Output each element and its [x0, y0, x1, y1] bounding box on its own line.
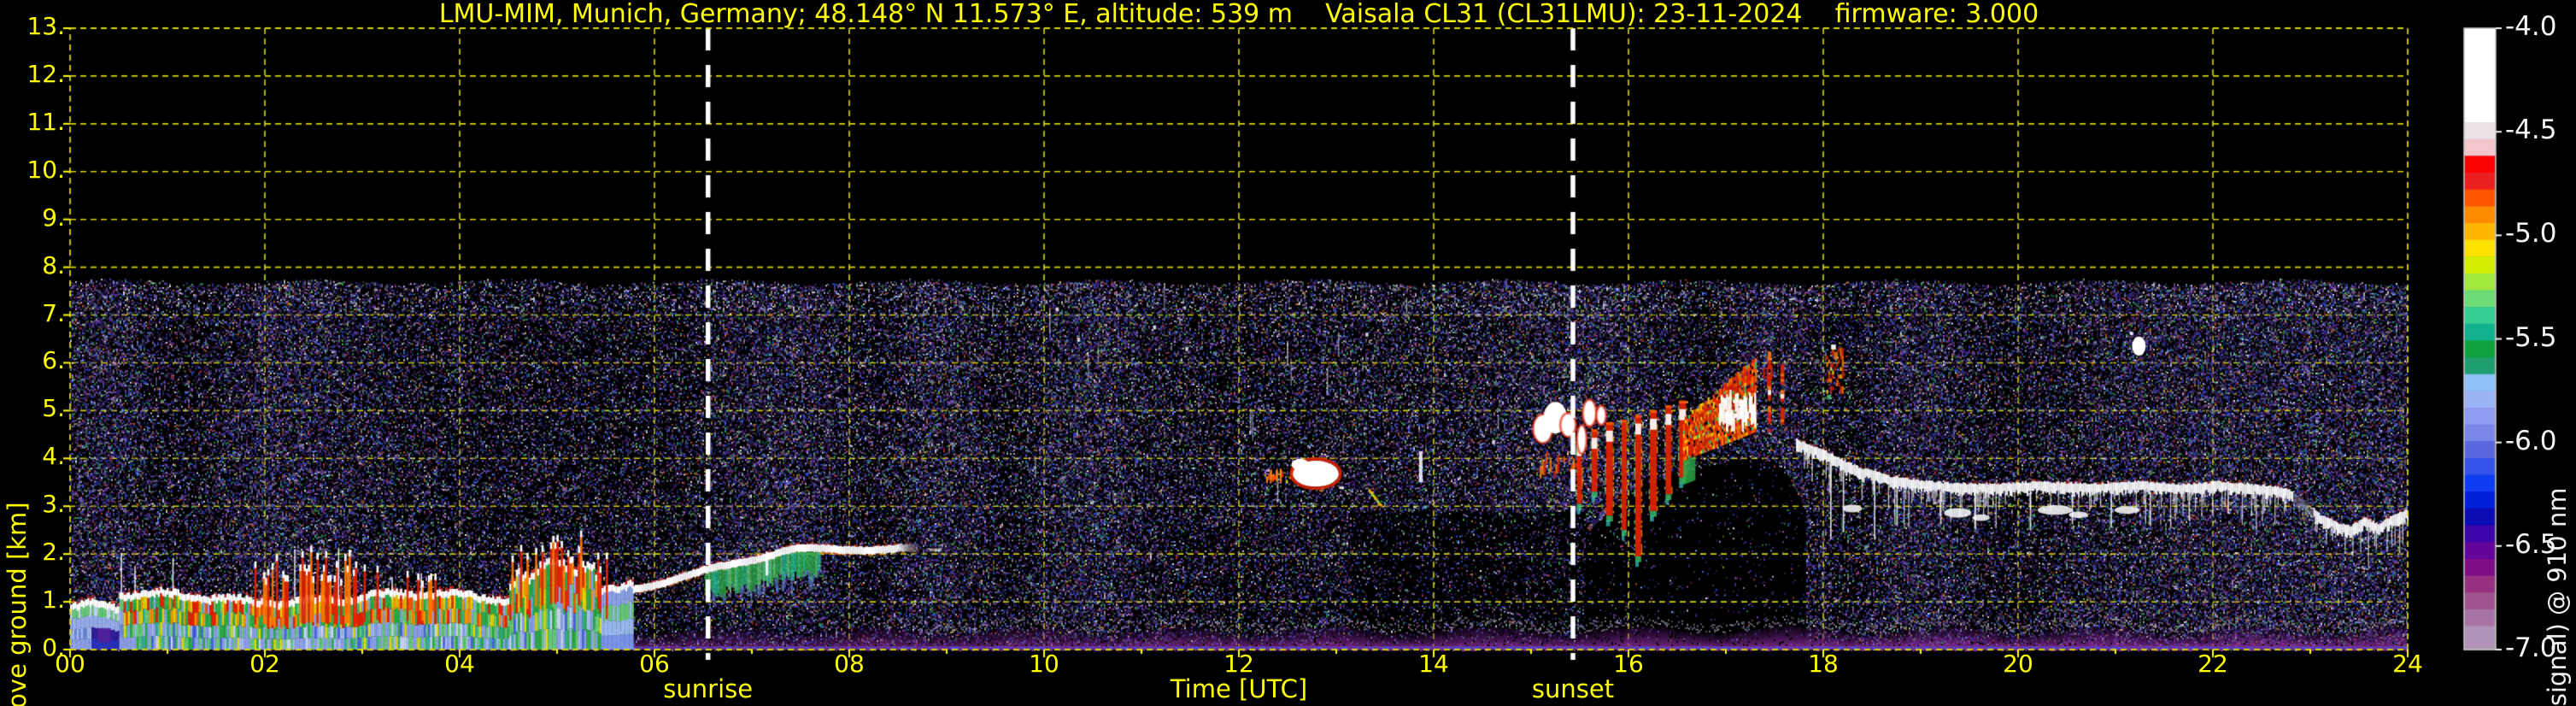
y-tick-label: 1.	[42, 585, 65, 615]
x-tick-label: 16	[1613, 650, 1644, 678]
x-tick-label: 12	[1223, 650, 1254, 678]
x-tick-label: 20	[2003, 650, 2033, 678]
x-tick-label: 22	[2198, 650, 2228, 678]
y-tick-label: 7.	[42, 298, 65, 327]
colorbar-tick-label: -6.5	[2505, 528, 2557, 560]
colorbar-tick-label: -4.5	[2505, 115, 2557, 146]
x-tick-label: 24	[2392, 650, 2423, 678]
y-tick-label: 13.	[26, 12, 65, 40]
ceilometer-plot-canvas	[0, 0, 2576, 706]
y-tick-label: 9.	[42, 203, 65, 232]
y-tick-label: 10.	[26, 155, 65, 184]
x-tick-label: 08	[834, 650, 865, 678]
x-axis-label: Time [UTC]	[1170, 674, 1308, 703]
x-tick-label: 02	[249, 650, 280, 678]
page-title: LMU-MIM, Munich, Germany; 48.148° N 11.5…	[438, 0, 2039, 29]
y-tick-label: 8.	[42, 250, 65, 279]
x-tick-label: 14	[1418, 650, 1449, 678]
y-tick-label: 12.	[26, 59, 65, 88]
y-tick-label: 6.	[42, 346, 65, 375]
y-tick-label: 2.	[42, 538, 65, 567]
colorbar-tick-label: -7.0	[2505, 632, 2557, 663]
colorbar-label: log(rc-signal) @ 910 nm	[2543, 487, 2572, 706]
colorbar-tick-label: -5.5	[2505, 321, 2557, 353]
y-tick-label: 11.	[26, 107, 65, 136]
sunrise-annotation: sunrise	[663, 674, 754, 703]
ceilometer-quicklook-figure: LMU-MIM, Munich, Germany; 48.148° N 11.5…	[0, 0, 2576, 706]
y-tick-label: 5.	[42, 394, 65, 423]
y-tick-label: 4.	[42, 442, 65, 471]
x-tick-label: 04	[444, 650, 475, 678]
x-tick-label: 18	[1808, 650, 1839, 678]
colorbar-tick-label: -6.0	[2505, 425, 2557, 456]
colorbar-tick-label: -5.0	[2505, 218, 2557, 250]
x-tick-label: 10	[1029, 650, 1059, 678]
sunset-annotation: sunset	[1531, 674, 1615, 703]
y-tick-label: 3.	[42, 490, 65, 519]
y-tick-label: 0.	[42, 633, 65, 662]
colorbar-tick-label: -4.0	[2505, 11, 2557, 42]
x-tick-label: 06	[639, 650, 670, 678]
